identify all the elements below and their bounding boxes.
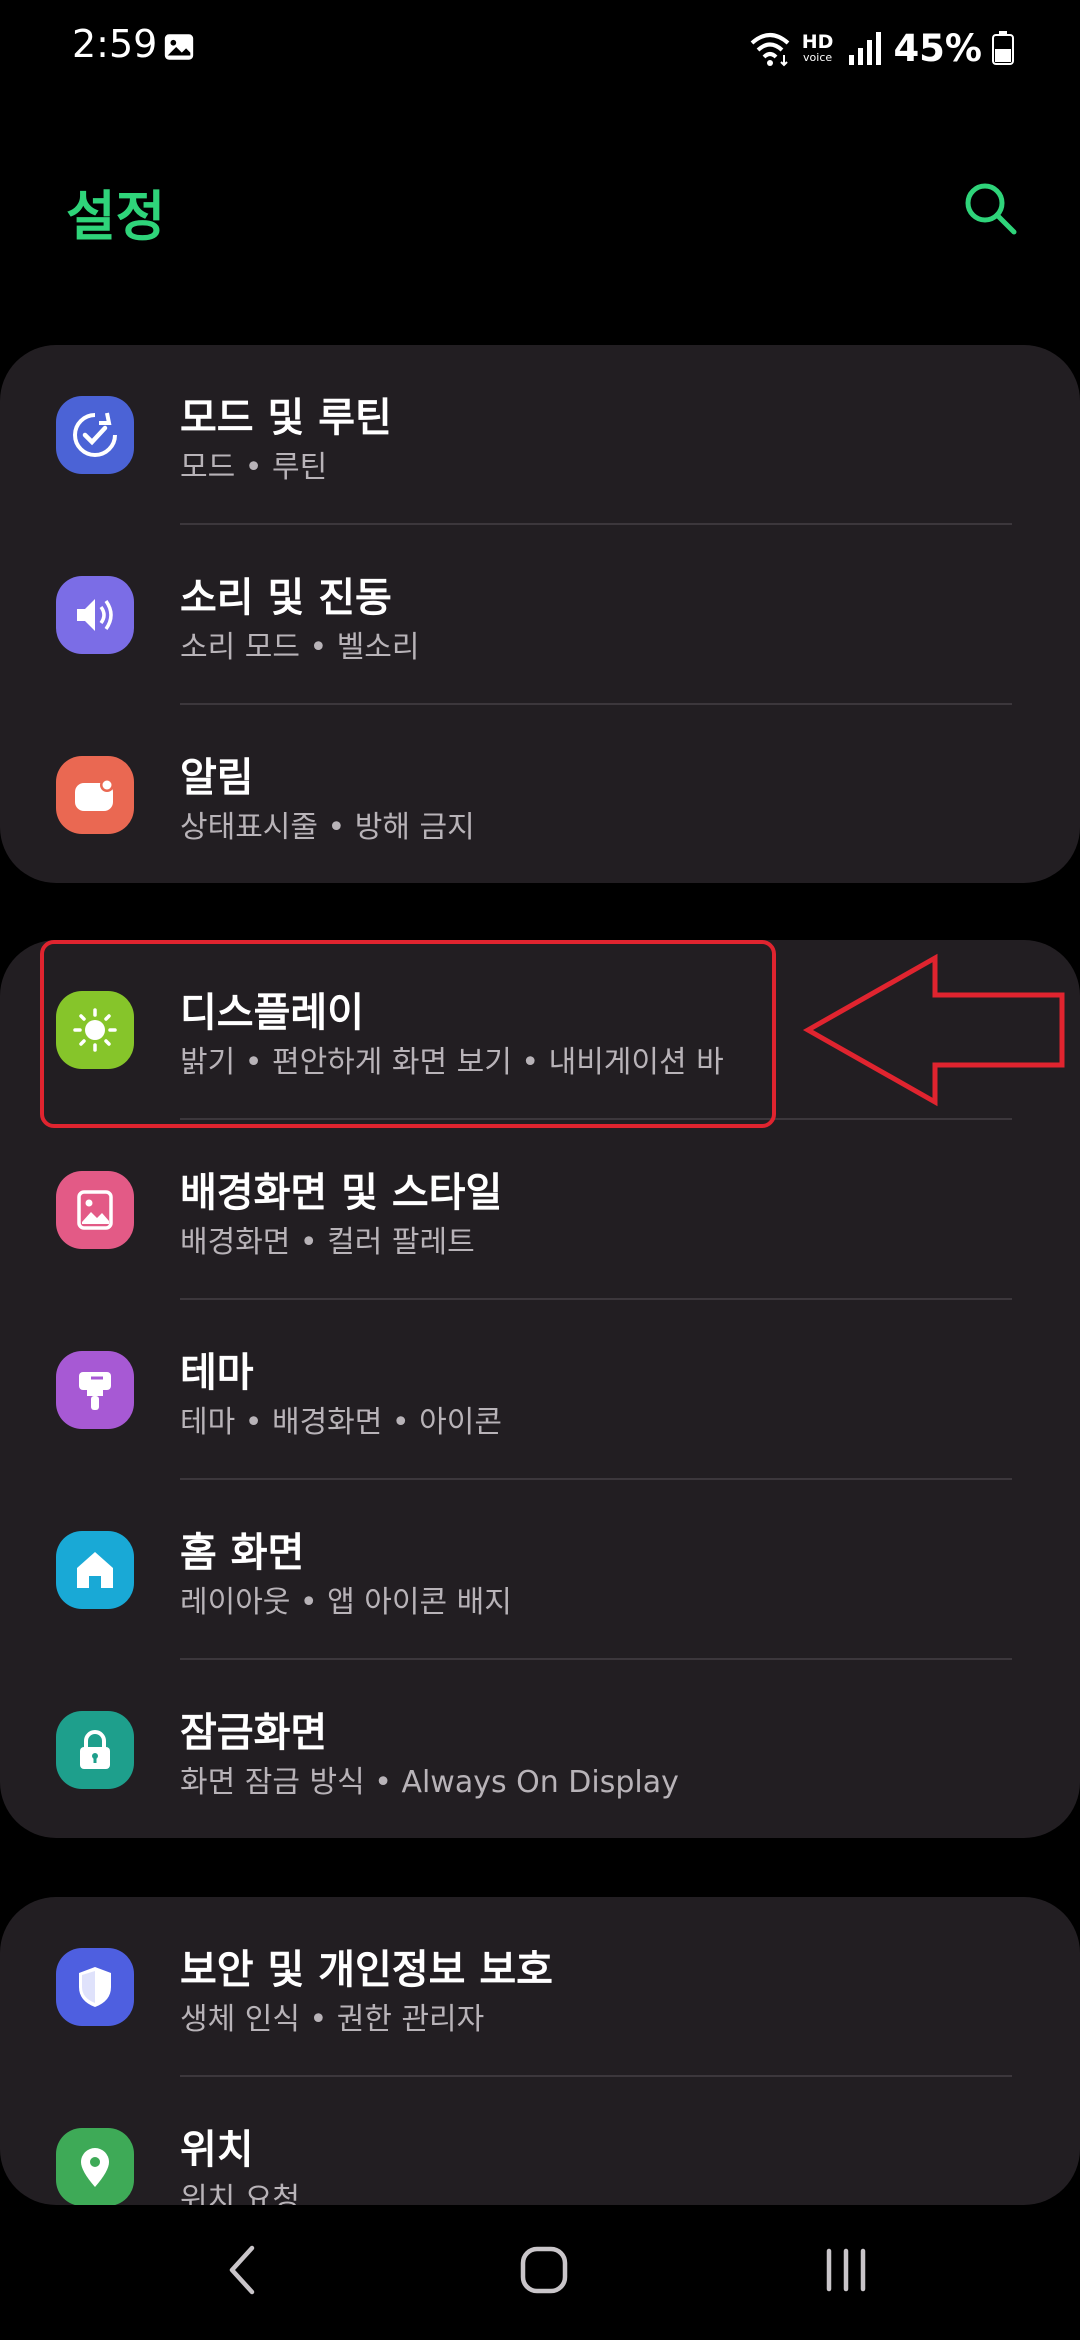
back-button[interactable] [182, 2200, 302, 2340]
item-title: 알림 [180, 755, 254, 801]
home-icon [56, 1531, 134, 1609]
modes-routines-icon [56, 396, 134, 474]
lock-icon [56, 1711, 134, 1789]
settings-item-lock-screen[interactable]: 잠금화면 화면 잠금 방식 • Always On Display [0, 1660, 1080, 1838]
gallery-notification-icon [164, 34, 194, 60]
item-title: 홈 화면 [180, 1530, 305, 1576]
item-title: 잠금화면 [180, 1710, 328, 1756]
item-subtitle: 상태표시줄 • 방해 금지 [180, 810, 475, 845]
wallpaper-icon [56, 1171, 134, 1249]
item-title: 위치 [180, 2127, 254, 2173]
settings-group-3: 보안 및 개인정보 보호 생체 인식 • 권한 관리자 위치 위치 요청 [0, 1897, 1080, 2205]
signal-icon [849, 32, 882, 65]
back-icon [229, 2245, 255, 2295]
navigation-bar [0, 2200, 1080, 2340]
battery-percent: 45% [893, 26, 982, 70]
settings-item-modes-routines[interactable]: 모드 및 루틴 모드 • 루틴 [0, 345, 1080, 525]
settings-item-security[interactable]: 보안 및 개인정보 보호 생체 인식 • 권한 관리자 [0, 1897, 1080, 2077]
item-subtitle: 테마 • 배경화면 • 아이콘 [180, 1405, 502, 1440]
wifi-icon [750, 33, 790, 67]
item-title: 배경화면 및 스타일 [180, 1170, 503, 1216]
item-subtitle: 모드 • 루틴 [180, 450, 328, 485]
recents-icon [826, 2248, 866, 2292]
item-title: 소리 및 진동 [180, 575, 392, 621]
theme-brush-icon [56, 1351, 134, 1429]
settings-item-theme[interactable]: 테마 테마 • 배경화면 • 아이콘 [0, 1300, 1080, 1480]
highlight-box [40, 940, 776, 1128]
annotation-arrow-icon [802, 953, 1065, 1107]
item-title: 테마 [180, 1350, 254, 1396]
sound-icon [56, 576, 134, 654]
item-subtitle: 레이아웃 • 앱 아이콘 배지 [180, 1585, 512, 1620]
settings-item-wallpaper[interactable]: 배경화면 및 스타일 배경화면 • 컬러 팔레트 [0, 1120, 1080, 1300]
item-title: 보안 및 개인정보 보호 [180, 1947, 553, 1993]
status-time: 2:59 [72, 22, 158, 66]
shield-icon [56, 1948, 134, 2026]
item-subtitle: 생체 인식 • 권한 관리자 [180, 2002, 485, 2037]
settings-item-sound[interactable]: 소리 및 진동 소리 모드 • 벨소리 [0, 525, 1080, 705]
item-subtitle: 화면 잠금 방식 • Always On Display [180, 1765, 679, 1800]
item-title: 모드 및 루틴 [180, 395, 392, 441]
settings-item-home-screen[interactable]: 홈 화면 레이아웃 • 앱 아이콘 배지 [0, 1480, 1080, 1660]
settings-item-location[interactable]: 위치 위치 요청 [0, 2077, 1080, 2205]
search-icon[interactable] [960, 178, 1020, 238]
item-subtitle: 소리 모드 • 벨소리 [180, 630, 420, 665]
home-nav-icon [520, 2246, 568, 2294]
notification-icon [56, 756, 134, 834]
battery-icon [992, 31, 1014, 65]
settings-item-notifications[interactable]: 알림 상태표시줄 • 방해 금지 [0, 705, 1080, 883]
status-bar: 2:59 HD voice 45% [0, 0, 1080, 96]
recents-button[interactable] [786, 2200, 906, 2340]
settings-group-1: 모드 및 루틴 모드 • 루틴 소리 및 진동 소리 모드 • 벨소리 알림 상… [0, 345, 1080, 883]
item-subtitle: 배경화면 • 컬러 팔레트 [180, 1225, 475, 1260]
hd-voice-icon: HD voice [801, 31, 834, 64]
status-right: HD voice 45% [748, 20, 1014, 76]
page-title: 설정 [66, 185, 166, 248]
location-icon [56, 2128, 134, 2205]
home-button[interactable] [484, 2200, 604, 2340]
